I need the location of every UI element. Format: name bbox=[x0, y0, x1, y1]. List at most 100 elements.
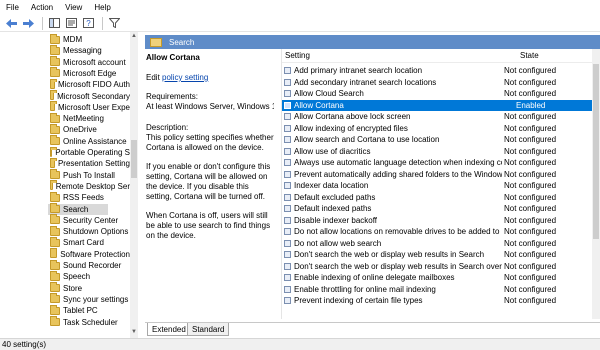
setting-name: Prevent indexing of certain file types bbox=[294, 296, 423, 305]
scroll-down-icon[interactable]: ▼ bbox=[131, 329, 137, 335]
setting-state: Not configured bbox=[504, 169, 557, 179]
policy-setting-icon bbox=[284, 147, 291, 155]
tree-item[interactable]: Store bbox=[0, 282, 130, 294]
tree-scrollbar-thumb[interactable] bbox=[131, 140, 137, 178]
setting-row[interactable]: Disable indexer backoff Not configured bbox=[282, 215, 600, 226]
tree-item[interactable]: Presentation Setting bbox=[0, 157, 130, 169]
tree-item[interactable]: Messaging bbox=[0, 44, 130, 56]
setting-name: Don't search the web or display web resu… bbox=[294, 261, 502, 271]
tree-item[interactable]: Online Assistance bbox=[0, 135, 130, 147]
tree-scrollbar[interactable] bbox=[130, 32, 138, 338]
setting-row[interactable]: Do not allow web search Not configured bbox=[282, 238, 600, 249]
view-tabs: Extended Standard bbox=[145, 322, 600, 336]
setting-row[interactable]: Allow Cortana above lock screen Not confi… bbox=[282, 111, 600, 122]
setting-row[interactable]: Allow Cloud Search Not configured bbox=[282, 88, 600, 99]
show-hide-tree-icon[interactable] bbox=[47, 17, 61, 30]
setting-state: Not configured bbox=[504, 181, 557, 190]
setting-state: Enabled bbox=[516, 100, 546, 110]
setting-state: Not configured bbox=[504, 273, 557, 282]
scroll-up-icon[interactable]: ▲ bbox=[131, 33, 137, 39]
setting-name: Do not allow web search bbox=[294, 238, 382, 248]
folder-icon bbox=[50, 33, 60, 44]
setting-state: Not configured bbox=[504, 296, 557, 305]
tree-item[interactable]: RSS Feeds bbox=[0, 191, 130, 203]
menu-view[interactable]: View bbox=[59, 0, 88, 15]
folder-icon bbox=[50, 135, 60, 146]
list-scrollbar-thumb[interactable] bbox=[593, 64, 599, 239]
policy-setting-icon bbox=[284, 285, 291, 293]
back-icon[interactable] bbox=[4, 17, 18, 30]
properties-icon[interactable] bbox=[64, 17, 78, 30]
setting-row[interactable]: Prevent automatically adding shared fold… bbox=[282, 169, 600, 180]
folder-icon bbox=[50, 270, 60, 281]
tree-item-label: Task Scheduler bbox=[63, 317, 118, 327]
column-header-state[interactable]: State bbox=[520, 51, 539, 60]
help-icon[interactable]: ? bbox=[81, 17, 95, 30]
column-header-setting[interactable]: Setting bbox=[285, 51, 310, 60]
edit-policy-link[interactable]: policy setting bbox=[162, 73, 208, 82]
tree-item[interactable]: Task Scheduler bbox=[0, 316, 130, 328]
tree-item[interactable]: Push To Install bbox=[0, 169, 130, 181]
policy-setting-icon bbox=[284, 67, 291, 74]
setting-row[interactable]: Do not allow locations on removable driv… bbox=[282, 226, 600, 237]
menu-help[interactable]: Help bbox=[88, 0, 116, 15]
setting-row[interactable]: Always use automatic language detection … bbox=[282, 157, 600, 168]
forward-icon[interactable] bbox=[21, 17, 35, 30]
tree-item[interactable]: OneDrive bbox=[0, 123, 130, 135]
tree-item[interactable]: Smart Card bbox=[0, 236, 130, 248]
setting-row[interactable]: Enable indexing of online delegate mailb… bbox=[282, 272, 600, 283]
setting-row[interactable]: Allow use of diacritics Not configured bbox=[282, 146, 600, 157]
tree-item[interactable]: Shutdown Options bbox=[0, 225, 130, 237]
filter-icon[interactable] bbox=[107, 17, 121, 30]
policy-setting-icon bbox=[284, 159, 291, 166]
tab-extended[interactable]: Extended bbox=[147, 323, 191, 336]
tree-item[interactable]: Tablet PC bbox=[0, 304, 130, 316]
setting-row[interactable]: Allow search and Cortana to use location… bbox=[282, 134, 600, 145]
setting-name: Prevent automatically adding shared fold… bbox=[294, 169, 502, 179]
tree-item[interactable]: Microsoft Edge bbox=[0, 67, 130, 79]
tree-item-label: RSS Feeds bbox=[63, 193, 104, 203]
policy-setting-icon bbox=[284, 297, 291, 304]
tree-item[interactable]: MDM bbox=[0, 33, 130, 45]
tree-item[interactable]: Sound Recorder bbox=[0, 259, 130, 271]
menu-file[interactable]: File bbox=[0, 0, 25, 15]
folder-icon bbox=[50, 78, 57, 89]
tree-item[interactable]: Software Protection bbox=[0, 248, 130, 260]
tree-item[interactable]: Microsoft User Expe bbox=[0, 101, 130, 113]
setting-row[interactable]: Add secondary intranet search locations N… bbox=[282, 77, 600, 88]
setting-row[interactable]: Allow indexing of encrypted files Not con… bbox=[282, 123, 600, 134]
tree-item[interactable]: Microsoft Secondary bbox=[0, 90, 130, 102]
policy-setting-icon bbox=[284, 182, 291, 189]
tree-item[interactable]: Search bbox=[48, 203, 108, 215]
folder-icon bbox=[50, 56, 60, 67]
tree-item[interactable]: Speech bbox=[0, 270, 130, 282]
setting-row[interactable]: Default indexed paths Not configured bbox=[282, 203, 600, 214]
tree-item[interactable]: Microsoft account bbox=[0, 56, 130, 68]
policy-setting-icon bbox=[284, 124, 291, 132]
tree-item[interactable]: Security Center bbox=[0, 214, 130, 226]
tree-item[interactable]: NetMeeting bbox=[0, 112, 130, 124]
policy-setting-icon bbox=[284, 251, 291, 258]
setting-row[interactable]: Default excluded paths Not configured bbox=[282, 192, 600, 203]
setting-row[interactable]: Indexer data location Not configured bbox=[282, 180, 600, 191]
tree-item[interactable]: Sync your settings bbox=[0, 293, 130, 305]
setting-row[interactable]: Prevent indexing of certain file types No… bbox=[282, 295, 600, 306]
tree-item[interactable]: Microsoft FIDO Auth bbox=[0, 78, 130, 90]
edit-prefix: Edit bbox=[146, 73, 160, 82]
setting-row[interactable]: Don't search the web or display web resu… bbox=[282, 249, 600, 260]
tab-standard[interactable]: Standard bbox=[187, 323, 230, 336]
menu-action[interactable]: Action bbox=[25, 0, 59, 15]
tree-item-label: NetMeeting bbox=[63, 114, 104, 124]
tree-item-label: Online Assistance bbox=[63, 136, 127, 146]
setting-state: Not configured bbox=[504, 192, 557, 202]
setting-row[interactable]: Add primary intranet search location Not … bbox=[282, 65, 600, 76]
setting-row[interactable]: Don't search the web or display web resu… bbox=[282, 261, 600, 272]
setting-name: Disable indexer backoff bbox=[294, 215, 378, 225]
setting-row[interactable]: Allow Cortana Enabled bbox=[282, 99, 600, 111]
policy-setting-icon bbox=[284, 170, 291, 178]
setting-row[interactable]: Enable throttling for online mail indexi… bbox=[282, 284, 600, 295]
setting-state: Not configured bbox=[504, 261, 557, 271]
tree-item[interactable]: Portable Operating S bbox=[0, 146, 130, 158]
folder-icon bbox=[50, 282, 60, 293]
tree-item[interactable]: Remote Desktop Ser bbox=[0, 180, 130, 192]
